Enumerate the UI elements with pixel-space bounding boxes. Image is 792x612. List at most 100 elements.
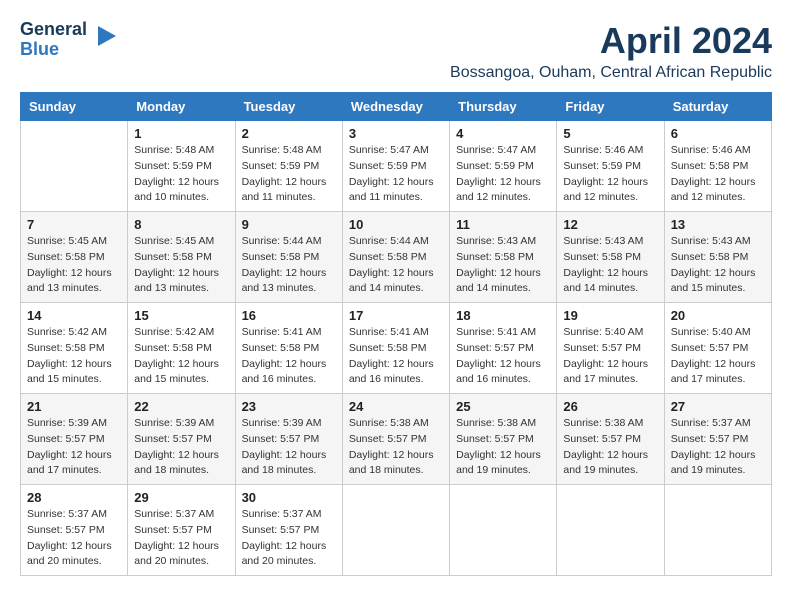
- calendar-cell: 2Sunrise: 5:48 AM Sunset: 5:59 PM Daylig…: [235, 121, 342, 212]
- calendar-cell: 3 Sunrise: 5:47 AM Sunset: 5:59 PM Daylig…: [342, 121, 449, 212]
- logo-general: General: [20, 19, 87, 39]
- calendar-cell: 7 Sunrise: 5:45 AM Sunset: 5:58 PM Daylig…: [21, 212, 128, 303]
- day-number: 30: [242, 490, 336, 505]
- calendar-cell: 12 Sunrise: 5:43 AM Sunset: 5:58 PM Dayli…: [557, 212, 664, 303]
- top-bar: General Blue April 2024 Bossangoa, Ouham…: [20, 20, 772, 82]
- day-number: 2: [242, 126, 336, 141]
- day-header-wednesday: Wednesday: [342, 93, 449, 121]
- calendar-cell: 28Sunrise: 5:37 AM Sunset: 5:57 PM Dayli…: [21, 485, 128, 576]
- day-number: 9: [242, 217, 336, 232]
- calendar-header: SundayMondayTuesdayWednesdayThursdayFrid…: [21, 93, 772, 121]
- day-info: Sunrise: 5:37 AM Sunset: 5:57 PM Dayligh…: [27, 507, 121, 570]
- day-number: 25: [456, 399, 550, 414]
- calendar-cell: 15 Sunrise: 5:42 AM Sunset: 5:58 PM Dayli…: [128, 303, 235, 394]
- day-info: Sunrise: 5:48 AM Sunset: 5:59 PM Dayligh…: [134, 143, 228, 206]
- calendar-cell: 25Sunrise: 5:38 AM Sunset: 5:57 PM Dayli…: [450, 394, 557, 485]
- day-number: 17: [349, 308, 443, 323]
- calendar-cell: 10Sunrise: 5:44 AM Sunset: 5:58 PM Dayli…: [342, 212, 449, 303]
- day-header-monday: Monday: [128, 93, 235, 121]
- calendar-cell: 6 Sunrise: 5:46 AM Sunset: 5:58 PM Daylig…: [664, 121, 771, 212]
- logo-text: General Blue: [20, 20, 87, 60]
- day-number: 22: [134, 399, 228, 414]
- day-info: Sunrise: 5:37 AM Sunset: 5:57 PM Dayligh…: [134, 507, 228, 570]
- day-number: 4: [456, 126, 550, 141]
- calendar-cell: 17Sunrise: 5:41 AM Sunset: 5:58 PM Dayli…: [342, 303, 449, 394]
- calendar-cell: 23Sunrise: 5:39 AM Sunset: 5:57 PM Dayli…: [235, 394, 342, 485]
- day-number: 5: [563, 126, 657, 141]
- logo-icon: [90, 21, 120, 51]
- day-number: 26: [563, 399, 657, 414]
- day-number: 1: [134, 126, 228, 141]
- calendar-week-row: 7 Sunrise: 5:45 AM Sunset: 5:58 PM Daylig…: [21, 212, 772, 303]
- logo: General Blue: [20, 20, 120, 60]
- day-number: 6: [671, 126, 765, 141]
- calendar-cell: 9 Sunrise: 5:44 AM Sunset: 5:58 PM Daylig…: [235, 212, 342, 303]
- calendar-cell: 16 Sunrise: 5:41 AM Sunset: 5:58 PM Dayli…: [235, 303, 342, 394]
- calendar-cell: 21 Sunrise: 5:39 AM Sunset: 5:57 PM Dayli…: [21, 394, 128, 485]
- day-info: Sunrise: 5:47 AM Sunset: 5:59 PM Dayligh…: [349, 143, 443, 206]
- header-right: April 2024 Bossangoa, Ouham, Central Afr…: [120, 20, 772, 82]
- calendar-cell: 27Sunrise: 5:37 AM Sunset: 5:57 PM Dayli…: [664, 394, 771, 485]
- subtitle: Bossangoa, Ouham, Central African Republ…: [120, 64, 772, 82]
- calendar-cell: [557, 485, 664, 576]
- calendar-cell: 4 Sunrise: 5:47 AM Sunset: 5:59 PM Daylig…: [450, 121, 557, 212]
- logo-blue: Blue: [20, 39, 59, 59]
- calendar-cell: [664, 485, 771, 576]
- day-info: Sunrise: 5:44 AM Sunset: 5:58 PM Dayligh…: [242, 234, 336, 297]
- day-info: Sunrise: 5:46 AM Sunset: 5:58 PM Dayligh…: [671, 143, 765, 206]
- day-info: Sunrise: 5:40 AM Sunset: 5:57 PM Dayligh…: [671, 325, 765, 388]
- calendar-week-row: 28Sunrise: 5:37 AM Sunset: 5:57 PM Dayli…: [21, 485, 772, 576]
- day-info: Sunrise: 5:43 AM Sunset: 5:58 PM Dayligh…: [563, 234, 657, 297]
- day-info: Sunrise: 5:45 AM Sunset: 5:58 PM Dayligh…: [134, 234, 228, 297]
- calendar-cell: [342, 485, 449, 576]
- calendar-body: 1 Sunrise: 5:48 AM Sunset: 5:59 PM Daylig…: [21, 121, 772, 576]
- day-number: 15: [134, 308, 228, 323]
- calendar-cell: 26Sunrise: 5:38 AM Sunset: 5:57 PM Dayli…: [557, 394, 664, 485]
- day-info: Sunrise: 5:43 AM Sunset: 5:58 PM Dayligh…: [456, 234, 550, 297]
- calendar-week-row: 21 Sunrise: 5:39 AM Sunset: 5:57 PM Dayli…: [21, 394, 772, 485]
- month-title: April 2024: [120, 20, 772, 62]
- day-number: 21: [27, 399, 121, 414]
- day-number: 27: [671, 399, 765, 414]
- day-info: Sunrise: 5:38 AM Sunset: 5:57 PM Dayligh…: [349, 416, 443, 479]
- day-number: 11: [456, 217, 550, 232]
- calendar-cell: 8Sunrise: 5:45 AM Sunset: 5:58 PM Daylig…: [128, 212, 235, 303]
- calendar-week-row: 14Sunrise: 5:42 AM Sunset: 5:58 PM Dayli…: [21, 303, 772, 394]
- day-number: 20: [671, 308, 765, 323]
- day-info: Sunrise: 5:47 AM Sunset: 5:59 PM Dayligh…: [456, 143, 550, 206]
- day-info: Sunrise: 5:37 AM Sunset: 5:57 PM Dayligh…: [242, 507, 336, 570]
- day-number: 3: [349, 126, 443, 141]
- day-header-saturday: Saturday: [664, 93, 771, 121]
- calendar-week-row: 1 Sunrise: 5:48 AM Sunset: 5:59 PM Daylig…: [21, 121, 772, 212]
- calendar-cell: 30 Sunrise: 5:37 AM Sunset: 5:57 PM Dayli…: [235, 485, 342, 576]
- day-info: Sunrise: 5:41 AM Sunset: 5:57 PM Dayligh…: [456, 325, 550, 388]
- calendar-cell: [450, 485, 557, 576]
- day-number: 12: [563, 217, 657, 232]
- calendar-table: SundayMondayTuesdayWednesdayThursdayFrid…: [20, 92, 772, 576]
- day-info: Sunrise: 5:45 AM Sunset: 5:58 PM Dayligh…: [27, 234, 121, 297]
- calendar-cell: 13Sunrise: 5:43 AM Sunset: 5:58 PM Dayli…: [664, 212, 771, 303]
- day-number: 7: [27, 217, 121, 232]
- calendar-cell: [21, 121, 128, 212]
- calendar-cell: 24 Sunrise: 5:38 AM Sunset: 5:57 PM Dayli…: [342, 394, 449, 485]
- calendar-cell: 22 Sunrise: 5:39 AM Sunset: 5:57 PM Dayli…: [128, 394, 235, 485]
- day-number: 24: [349, 399, 443, 414]
- day-info: Sunrise: 5:41 AM Sunset: 5:58 PM Dayligh…: [242, 325, 336, 388]
- day-info: Sunrise: 5:39 AM Sunset: 5:57 PM Dayligh…: [27, 416, 121, 479]
- day-number: 18: [456, 308, 550, 323]
- day-info: Sunrise: 5:42 AM Sunset: 5:58 PM Dayligh…: [27, 325, 121, 388]
- calendar-cell: 18 Sunrise: 5:41 AM Sunset: 5:57 PM Dayli…: [450, 303, 557, 394]
- days-of-week-row: SundayMondayTuesdayWednesdayThursdayFrid…: [21, 93, 772, 121]
- day-number: 16: [242, 308, 336, 323]
- day-header-thursday: Thursday: [450, 93, 557, 121]
- day-header-friday: Friday: [557, 93, 664, 121]
- day-info: Sunrise: 5:43 AM Sunset: 5:58 PM Dayligh…: [671, 234, 765, 297]
- calendar-cell: 29Sunrise: 5:37 AM Sunset: 5:57 PM Dayli…: [128, 485, 235, 576]
- calendar-cell: 11 Sunrise: 5:43 AM Sunset: 5:58 PM Dayli…: [450, 212, 557, 303]
- day-info: Sunrise: 5:39 AM Sunset: 5:57 PM Dayligh…: [134, 416, 228, 479]
- calendar-cell: 1 Sunrise: 5:48 AM Sunset: 5:59 PM Daylig…: [128, 121, 235, 212]
- day-info: Sunrise: 5:42 AM Sunset: 5:58 PM Dayligh…: [134, 325, 228, 388]
- day-number: 23: [242, 399, 336, 414]
- day-number: 10: [349, 217, 443, 232]
- day-header-tuesday: Tuesday: [235, 93, 342, 121]
